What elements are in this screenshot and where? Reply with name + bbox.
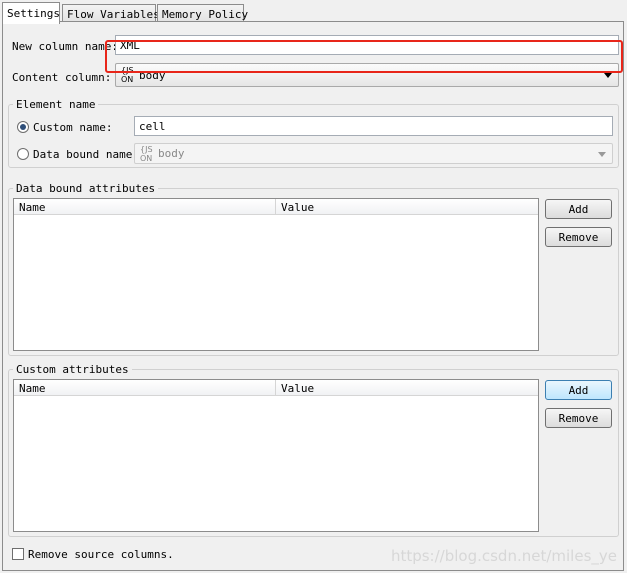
chevron-down-icon [604, 73, 612, 78]
remove-source-columns-label: Remove source columns. [28, 548, 174, 561]
json-type-icon-bottom: ON [140, 154, 153, 163]
json-type-icon-top: {JS [140, 145, 153, 154]
column-header-name[interactable]: Name [19, 201, 46, 214]
tab-settings[interactable]: Settings [2, 2, 60, 24]
data-bound-name-dropdown[interactable]: {JS ON body [134, 143, 613, 164]
data-bound-attributes-table[interactable]: Name Value [13, 198, 539, 351]
highlight-box [105, 40, 623, 73]
table-header: Name Value [14, 199, 538, 215]
remove-data-bound-attribute-button[interactable]: Remove [545, 227, 612, 247]
tab-memory-policy-label: Memory Policy [162, 8, 249, 21]
table-header: Name Value [14, 380, 538, 396]
column-header-value[interactable]: Value [281, 382, 314, 395]
data-bound-attributes-title: Data bound attributes [13, 182, 159, 195]
json-type-icon-bottom: ON [121, 75, 134, 84]
data-bound-name-value: body [158, 147, 185, 160]
column-header-name[interactable]: Name [19, 382, 46, 395]
radio-selected-dot [20, 124, 26, 130]
data-bound-name-radio[interactable] [17, 148, 29, 160]
custom-name-input[interactable]: cell [134, 116, 613, 136]
new-column-name-label: New column name: [12, 40, 118, 53]
column-divider[interactable] [275, 380, 276, 396]
element-name-title: Element name [13, 98, 99, 111]
custom-attributes-title: Custom attributes [13, 363, 132, 376]
remove-source-columns-checkbox[interactable] [12, 548, 24, 560]
custom-name-radio[interactable] [17, 121, 29, 133]
column-header-value[interactable]: Value [281, 201, 314, 214]
content-column-label: Content column: [12, 71, 112, 84]
column-divider[interactable] [275, 199, 276, 215]
chevron-down-icon [598, 152, 606, 157]
tab-flow-variables-label: Flow Variables [67, 8, 160, 21]
data-bound-name-label: Data bound name: [33, 148, 139, 161]
watermark-text: https://blog.csdn.net/miles_ye [390, 547, 617, 565]
tab-settings-label: Settings [7, 7, 60, 20]
custom-attributes-table[interactable]: Name Value [13, 379, 539, 532]
custom-name-label: Custom name: [33, 121, 113, 134]
json-type-icon: {JS ON [140, 145, 156, 163]
add-data-bound-attribute-button[interactable]: Add [545, 199, 612, 219]
remove-custom-attribute-button[interactable]: Remove [545, 408, 612, 428]
add-custom-attribute-button[interactable]: Add [545, 380, 612, 400]
